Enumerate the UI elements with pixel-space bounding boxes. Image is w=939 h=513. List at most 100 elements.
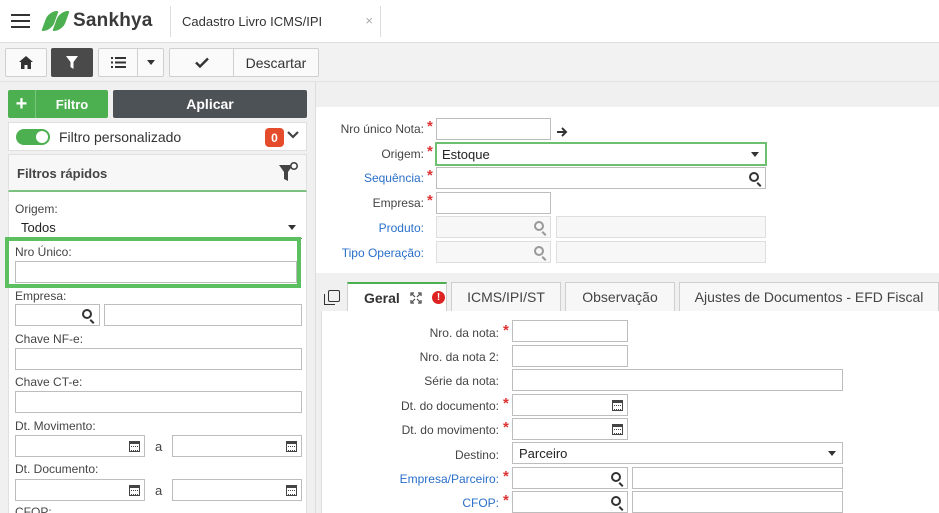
form-tabs: Geral ! ICMS/IPI/ST Observação Ajustes d…	[316, 278, 939, 311]
origem-select[interactable]: Estoque	[435, 142, 767, 166]
empresa-input[interactable]	[436, 192, 551, 214]
apply-filter-button[interactable]: Aplicar	[113, 90, 307, 118]
chave-cte-filter-label: Chave CT-e:	[15, 375, 83, 389]
serie-input[interactable]	[512, 369, 843, 391]
required-mark: *	[427, 192, 433, 209]
document-tab[interactable]: Cadastro Livro ICMS/IPI ×	[170, 6, 381, 37]
tab-ajustes-efd[interactable]: Ajustes de Documentos - EFD Fiscal	[679, 282, 939, 311]
brand-name: Sankhya	[73, 10, 153, 31]
calendar-icon[interactable]	[129, 441, 140, 452]
caret-down-icon	[828, 451, 836, 456]
tipo-operacao-code-input	[436, 241, 551, 263]
document-tab-label: Cadastro Livro ICMS/IPI	[182, 14, 323, 29]
tab-icms-ipi-st[interactable]: ICMS/IPI/ST	[451, 282, 561, 311]
chave-nfe-filter-label: Chave NF-e:	[15, 332, 84, 346]
destino-label: Destino:	[454, 448, 499, 462]
discard-button-label: Descartar	[245, 54, 307, 71]
empresa-parceiro-name-input[interactable]	[632, 467, 843, 489]
copy-icon[interactable]	[324, 290, 340, 305]
tab-observacao[interactable]: Observação	[565, 282, 675, 311]
dt-movimento-from-input[interactable]	[15, 435, 145, 457]
origem-filter-value: Todos	[21, 220, 56, 235]
empresa-parceiro-code-input[interactable]	[512, 467, 628, 489]
discard-button[interactable]: Descartar	[233, 48, 319, 77]
calendar-icon[interactable]	[129, 485, 140, 496]
produto-label[interactable]: Produto:	[316, 221, 424, 235]
nro-nota2-input[interactable]	[512, 345, 628, 367]
cfop-filter-label: CFOP:	[15, 505, 52, 513]
destino-select[interactable]: Parceiro	[512, 442, 843, 464]
home-button[interactable]	[5, 48, 47, 77]
sequencia-input[interactable]	[436, 167, 766, 189]
filter-settings-icon[interactable]	[278, 162, 298, 184]
dt-documento-input[interactable]	[512, 394, 628, 416]
filter-button[interactable]	[51, 48, 93, 77]
quick-filters-header: Filtros rápidos	[8, 154, 307, 192]
custom-filter-row: Filtro personalizado 0	[8, 122, 307, 151]
close-tab-icon[interactable]: ×	[365, 13, 373, 28]
calendar-icon[interactable]	[612, 424, 623, 435]
add-filter-button[interactable]: + Filtro	[8, 90, 108, 118]
search-icon[interactable]	[611, 472, 621, 482]
origem-filter-select[interactable]: Todos	[15, 217, 302, 239]
search-icon	[534, 246, 544, 256]
cfop-label[interactable]: CFOP:	[322, 496, 499, 510]
serie-label: Série da nota:	[424, 374, 499, 388]
required-mark: *	[503, 468, 509, 485]
required-mark: *	[503, 322, 509, 339]
dt-documento-to-input[interactable]	[172, 479, 302, 501]
tab-icms-label: ICMS/IPI/ST	[467, 289, 545, 305]
calendar-icon[interactable]	[286, 485, 297, 496]
sankhya-leaf-icon	[41, 10, 70, 32]
chave-cte-filter-input[interactable]	[15, 391, 302, 413]
plus-icon: +	[8, 90, 36, 118]
add-filter-label: Filtro	[55, 96, 89, 112]
filter-icon	[66, 56, 78, 69]
empresa-parceiro-label[interactable]: Empresa/Parceiro:	[322, 472, 499, 486]
dt-movimento-to-input[interactable]	[172, 435, 302, 457]
tab-geral[interactable]: Geral !	[347, 282, 447, 311]
arrow-right-icon[interactable]	[557, 126, 569, 140]
destino-value: Parceiro	[519, 446, 568, 461]
dt-documento-filter-label: Dt. Documento:	[15, 462, 99, 476]
tipo-operacao-label[interactable]: Tipo Operação:	[316, 246, 424, 260]
expand-icon[interactable]	[410, 292, 422, 304]
record-form: Nro único Nota: * Origem: * Estoque Sequ…	[316, 82, 939, 513]
empresa-filter-name-input[interactable]	[104, 304, 302, 326]
cfop-code-input[interactable]	[512, 491, 628, 513]
hamburger-menu-icon[interactable]	[11, 14, 30, 28]
calendar-icon[interactable]	[612, 400, 623, 411]
custom-filter-toggle[interactable]	[16, 129, 50, 145]
calendar-icon[interactable]	[286, 441, 297, 452]
origem-filter-label: Origem:	[15, 202, 58, 216]
logo: Sankhya	[41, 10, 153, 32]
search-icon[interactable]	[611, 496, 621, 506]
confirm-button[interactable]	[169, 48, 234, 77]
nro-nota-input[interactable]	[512, 320, 628, 342]
search-icon[interactable]	[82, 309, 92, 319]
tab-ajustes-label: Ajustes de Documentos - EFD Fiscal	[694, 289, 924, 305]
tab-observacao-label: Observação	[582, 289, 658, 305]
chevron-down-icon[interactable]	[286, 125, 300, 149]
tab-geral-content: Nro. da nota: * Nro. da nota 2: Série da…	[321, 311, 939, 513]
list-view-dropdown[interactable]	[137, 48, 164, 77]
required-mark: *	[427, 143, 433, 160]
caret-down-icon	[288, 225, 296, 230]
home-icon	[19, 56, 33, 69]
sequencia-label[interactable]: Sequência:	[316, 171, 424, 185]
cfop-name-input[interactable]	[632, 491, 843, 513]
required-mark: *	[503, 395, 509, 412]
caret-down-icon	[146, 60, 155, 65]
dt-documento-from-input[interactable]	[15, 479, 145, 501]
range-separator: a	[155, 483, 163, 498]
dt-movimento-label: Dt. do movimento:	[401, 423, 499, 437]
chave-nfe-filter-input[interactable]	[15, 348, 302, 370]
search-icon[interactable]	[749, 172, 759, 182]
nro-unico-nota-input[interactable]	[436, 118, 551, 140]
empresa-filter-code-input[interactable]	[15, 304, 100, 326]
list-view-button[interactable]	[98, 48, 138, 77]
empresa-filter-label: Empresa:	[15, 289, 67, 303]
search-icon	[534, 221, 544, 231]
dt-movimento-input[interactable]	[512, 418, 628, 440]
required-mark: *	[503, 492, 509, 509]
